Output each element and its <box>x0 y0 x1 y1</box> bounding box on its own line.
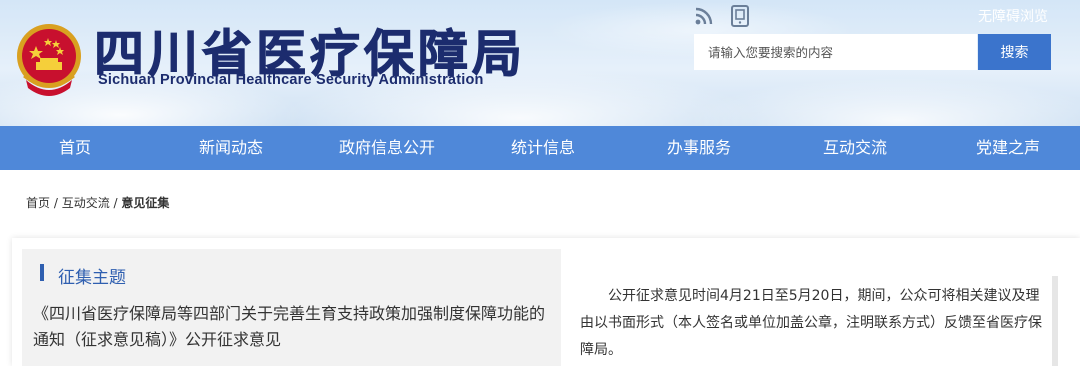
mobile-icon[interactable] <box>730 5 750 27</box>
scrollbar[interactable] <box>1052 276 1058 366</box>
search-input[interactable] <box>694 34 977 70</box>
main-nav: 首页 新闻动态 政府信息公开 统计信息 办事服务 互动交流 党建之声 <box>0 126 1080 170</box>
nav-item-services[interactable]: 办事服务 <box>624 126 774 170</box>
topic-heading: 征集主题 <box>58 268 126 288</box>
emblem-icon[interactable] <box>14 16 84 100</box>
notice-text: 公开征求意见时间4月21日至5月20日，期间，公众可将相关建议及理由以书面形式（… <box>580 288 1042 358</box>
site-header: 四川省医疗保障局 Sichuan Provincial Healthcare S… <box>0 0 1080 126</box>
breadcrumb-section[interactable]: 互动交流 <box>62 196 110 210</box>
rss-icon[interactable] <box>694 6 714 26</box>
nav-item-statistics[interactable]: 统计信息 <box>462 126 624 170</box>
accessibility-link[interactable]: 无障碍浏览 <box>978 6 1048 26</box>
nav-item-party[interactable]: 党建之声 <box>936 126 1080 170</box>
nav-item-home[interactable]: 首页 <box>0 126 150 170</box>
breadcrumb-separator: / <box>109 196 122 210</box>
breadcrumb-home[interactable]: 首页 <box>26 196 50 210</box>
nav-item-news[interactable]: 新闻动态 <box>150 126 312 170</box>
search-button[interactable]: 搜索 <box>978 34 1051 70</box>
breadcrumb: 首页 / 互动交流 / 意见征集 <box>26 194 169 211</box>
breadcrumb-current: 意见征集 <box>121 196 170 210</box>
nav-item-gov-info[interactable]: 政府信息公开 <box>312 126 462 170</box>
breadcrumb-separator: / <box>50 196 62 210</box>
topic-text: 《四川省医疗保障局等四部门关于完善生育支持政策加强制度保障功能的通知（征求意见稿… <box>33 304 546 349</box>
nav-item-interaction[interactable]: 互动交流 <box>774 126 936 170</box>
site-subtitle: Sichuan Provincial Healthcare Security A… <box>98 72 484 88</box>
topic-heading-marker <box>40 264 44 281</box>
